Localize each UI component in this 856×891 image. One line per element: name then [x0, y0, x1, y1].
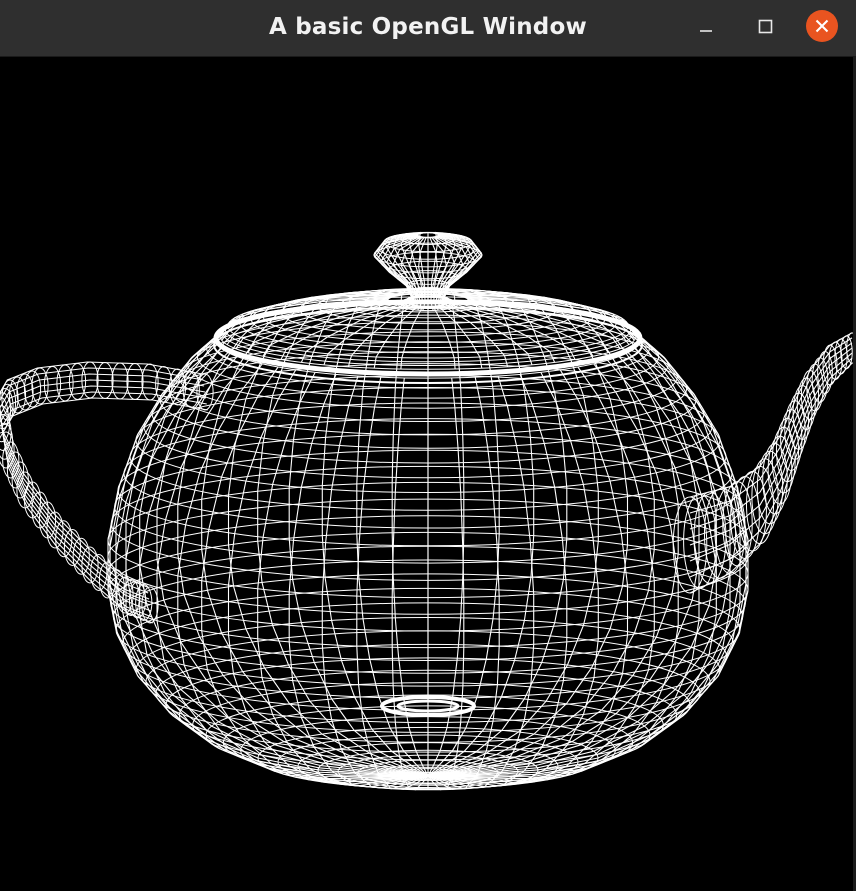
maximize-icon	[758, 19, 773, 34]
title-bar[interactable]: A basic OpenGL Window	[0, 0, 856, 57]
opengl-window: A basic OpenGL Window	[0, 0, 856, 891]
close-button[interactable]	[805, 9, 839, 43]
close-icon	[806, 10, 838, 42]
minimize-button[interactable]	[689, 10, 723, 44]
minimize-icon	[700, 30, 712, 32]
teapot-wireframe	[0, 231, 856, 791]
gl-viewport[interactable]	[0, 57, 856, 891]
maximize-button[interactable]	[748, 10, 782, 44]
window-title: A basic OpenGL Window	[269, 14, 587, 40]
